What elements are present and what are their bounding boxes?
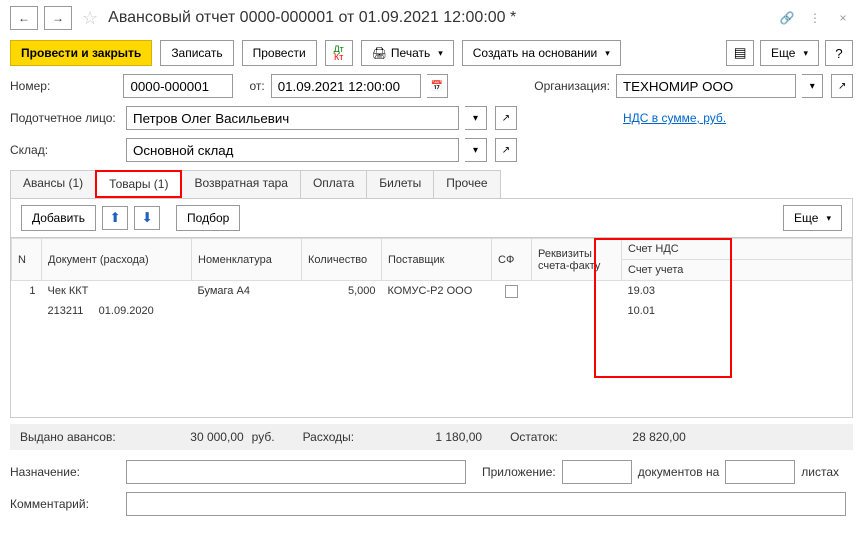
goods-table: N Документ (расхода) Номенклатура Количе… <box>11 238 852 321</box>
sheets-count-input[interactable] <box>725 460 795 484</box>
org-input[interactable] <box>616 74 796 98</box>
tab-other[interactable]: Прочее <box>433 170 500 198</box>
link-icon[interactable]: 🔗 <box>777 8 797 28</box>
totals-bar: Выдано авансов: 30 000,00 руб. Расходы: … <box>10 424 853 450</box>
sf-checkbox[interactable] <box>505 285 518 298</box>
post-button[interactable]: Провести <box>242 40 317 66</box>
purpose-input[interactable] <box>126 460 466 484</box>
comment-label: Комментарий: <box>10 497 120 511</box>
help-button[interactable]: ? <box>825 40 853 66</box>
warehouse-label: Склад: <box>10 143 120 157</box>
col-supplier: Поставщик <box>382 239 492 281</box>
more-button[interactable]: Еще <box>760 40 819 66</box>
table-more-button[interactable]: Еще <box>783 205 842 231</box>
comment-input[interactable] <box>126 492 846 516</box>
post-and-close-button[interactable]: Провести и закрыть <box>10 40 152 66</box>
attachment-label: Приложение: <box>482 465 556 479</box>
tab-returnable[interactable]: Возвратная тара <box>181 170 301 198</box>
col-nom: Номенклатура <box>192 239 302 281</box>
org-open-icon[interactable]: ↗ <box>831 74 853 98</box>
print-button[interactable]: 🖨 Печать <box>361 40 454 66</box>
move-up-button[interactable]: ⬆ <box>102 206 128 230</box>
warehouse-input[interactable] <box>126 138 459 162</box>
org-label: Организация: <box>534 79 610 93</box>
create-based-on-button[interactable]: Создать на основании <box>462 40 621 66</box>
col-acct-nds: Счет НДС <box>622 239 852 260</box>
report-icon-button[interactable]: ▤ <box>726 40 754 66</box>
dtkt-button[interactable]: ДтКт <box>325 40 353 66</box>
nav-forward-button[interactable]: → <box>44 6 72 30</box>
number-input[interactable] <box>123 74 233 98</box>
close-icon[interactable]: × <box>833 8 853 28</box>
purpose-label: Назначение: <box>10 465 120 479</box>
person-input[interactable] <box>126 106 459 130</box>
col-qty: Количество <box>302 239 382 281</box>
person-dropdown-icon[interactable]: ▾ <box>465 106 487 130</box>
pick-button[interactable]: Подбор <box>176 205 240 231</box>
table-row[interactable]: 1 Чек ККТ Бумага А4 5,000 КОМУС-Р2 ООО 1… <box>12 281 852 302</box>
docs-count-input[interactable] <box>562 460 632 484</box>
add-row-button[interactable]: Добавить <box>21 205 96 231</box>
date-label: от: <box>249 79 264 93</box>
nds-link[interactable]: НДС в сумме, руб. <box>623 111 726 125</box>
favorite-star-icon[interactable]: ☆ <box>78 8 102 29</box>
col-n: N <box>12 239 42 281</box>
window-title: Авансовый отчет 0000-000001 от 01.09.202… <box>108 9 771 27</box>
tab-goods[interactable]: Товары (1) <box>95 170 182 198</box>
warehouse-dropdown-icon[interactable]: ▾ <box>465 138 487 162</box>
col-sf: СФ <box>492 239 532 281</box>
person-label: Подотчетное лицо: <box>10 111 120 125</box>
menu-dots-icon[interactable]: ⋮ <box>805 8 825 28</box>
col-req: Реквизиты счета-факту <box>532 239 622 281</box>
person-open-icon[interactable]: ↗ <box>495 106 517 130</box>
save-button[interactable]: Записать <box>160 40 233 66</box>
col-acct: Счет учета <box>622 260 852 281</box>
org-dropdown-icon[interactable]: ▾ <box>802 74 824 98</box>
warehouse-open-icon[interactable]: ↗ <box>495 138 517 162</box>
col-doc: Документ (расхода) <box>42 239 192 281</box>
tab-payment[interactable]: Оплата <box>300 170 367 198</box>
number-label: Номер: <box>10 79 117 93</box>
tab-tickets[interactable]: Билеты <box>366 170 434 198</box>
date-input[interactable] <box>271 74 421 98</box>
tab-advances[interactable]: Авансы (1) <box>10 170 96 198</box>
move-down-button[interactable]: ⬇ <box>134 206 160 230</box>
calendar-icon[interactable]: 📅 <box>427 74 449 98</box>
nav-back-button[interactable]: ← <box>10 6 38 30</box>
